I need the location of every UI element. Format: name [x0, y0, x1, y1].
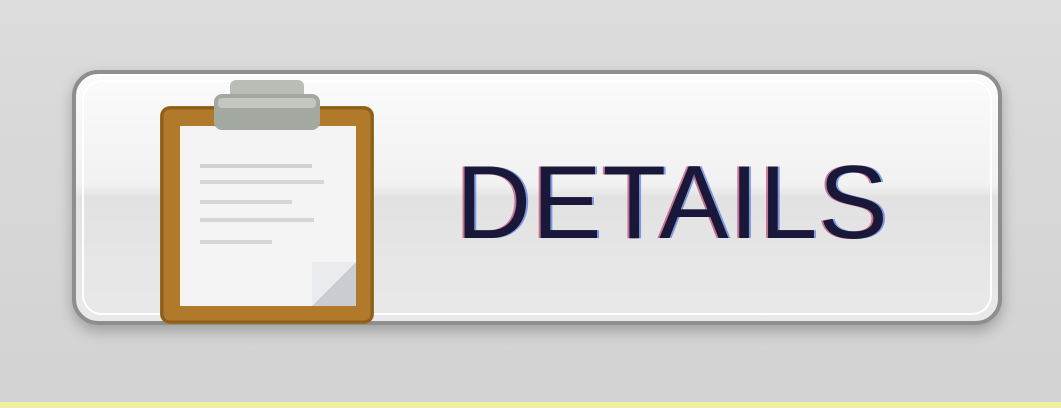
clipboard-icon [160, 80, 374, 324]
details-label: DETAILS [456, 145, 889, 261]
bottom-edge [0, 402, 1061, 408]
details-button[interactable]: DETAILS [72, 70, 1002, 325]
